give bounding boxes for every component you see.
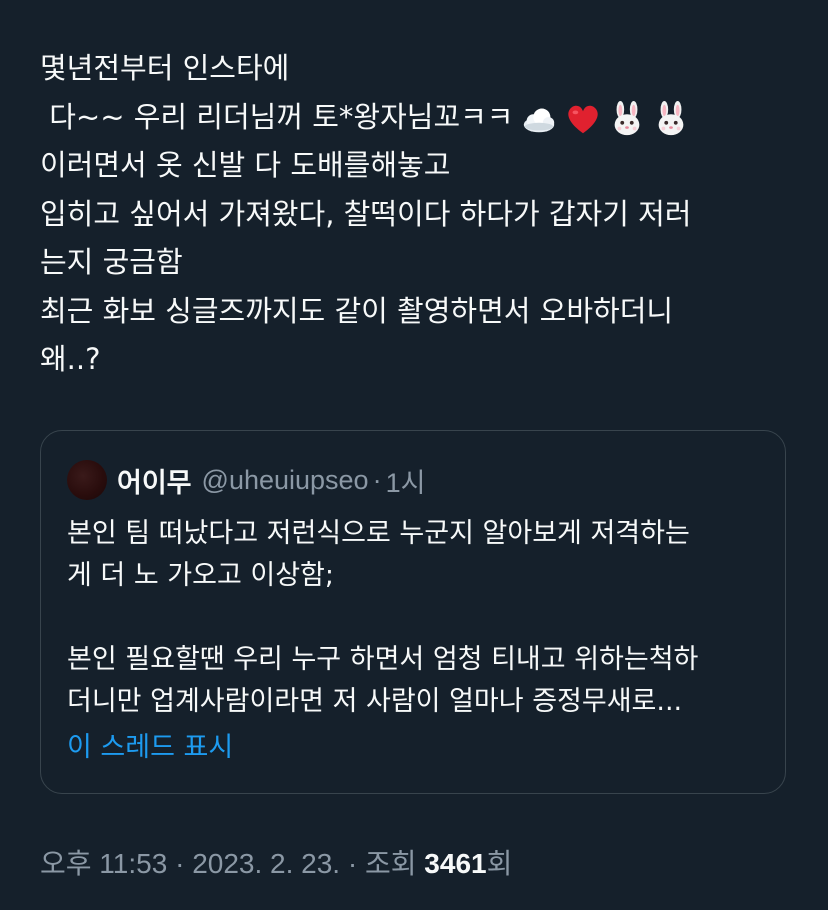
quote-line: 게 더 노 가오고 이상함; — [67, 560, 334, 591]
tweet-time[interactable]: 오후 11:53 — [40, 848, 167, 879]
separator-dot: · — [372, 464, 382, 495]
avatar[interactable] — [67, 460, 107, 500]
views-suffix: 회 — [486, 848, 513, 879]
tweet-date[interactable]: 2023. 2. 23. — [192, 848, 340, 879]
tweet-line: 최근 화보 싱글즈까지도 같이 촬영하면서 오바하더니 — [40, 293, 674, 328]
tweet-line-text: 다~~ 우리 리더님꺼 토*왕자님꼬ㅋㅋ — [40, 99, 514, 134]
quote-line — [67, 597, 767, 639]
quoted-tweet-text: 본인 팀 떠났다고 저런식으로 누군지 알아보게 저격하는 게 더 노 가오고 … — [67, 513, 767, 723]
quoted-tweet-header: 어이무 @uheuiupseo · 1시 — [67, 457, 425, 503]
tweet-line: 는지 궁금함 — [40, 245, 183, 279]
views-count: 3461 — [424, 848, 487, 879]
tweet-line: 입히고 싶어서 가져왔다, 찰떡이다 하다가 갑자기 저러 — [40, 196, 692, 231]
quoted-user-handle[interactable]: @uheuiupseo — [202, 465, 369, 496]
rabbit-face-icon — [658, 100, 683, 135]
rabbit-face-icon — [614, 100, 639, 135]
show-thread-link[interactable]: 이 스레드 표시 — [67, 725, 233, 764]
quote-line: 더니만 업계사람이라면 저 사람이 얼마나 증정무새로... — [67, 686, 683, 717]
tweet-metadata: 오후 11:53 · 2023. 2. 23. · 조회 3461회 — [40, 842, 512, 882]
tweet-line: 왜..? — [40, 342, 101, 376]
emoji-group — [520, 100, 690, 138]
views-label: 조회 — [364, 848, 425, 879]
quoted-tweet-card[interactable]: 어이무 @uheuiupseo · 1시 본인 팀 떠났다고 저런식으로 누군지… — [40, 430, 786, 794]
red-heart-icon — [567, 105, 598, 133]
separator-dot: · — [167, 848, 193, 879]
separator-dot: · — [340, 848, 365, 879]
quote-line: 본인 필요할땐 우리 누구 하면서 엄청 티내고 위하는척하 — [67, 644, 699, 675]
tweet-line: 다~~ 우리 리더님꺼 토*왕자님꼬ㅋㅋ — [40, 93, 800, 142]
tweet-text: 몇년전부터 인스타에 다~~ 우리 리더님꺼 토*왕자님꼬ㅋㅋ 이러면서 옷 신… — [40, 44, 800, 384]
cloud-icon — [523, 108, 554, 132]
quote-line: 본인 팀 떠났다고 저런식으로 누군지 알아보게 저격하는 — [67, 518, 690, 549]
quoted-user-name[interactable]: 어이무 — [117, 461, 192, 500]
tweet-line: 몇년전부터 인스타에 — [40, 51, 290, 85]
tweet-line: 이러면서 옷 신발 다 도배를해놓고 — [40, 148, 451, 182]
quoted-tweet-time[interactable]: 1시 — [386, 461, 426, 500]
